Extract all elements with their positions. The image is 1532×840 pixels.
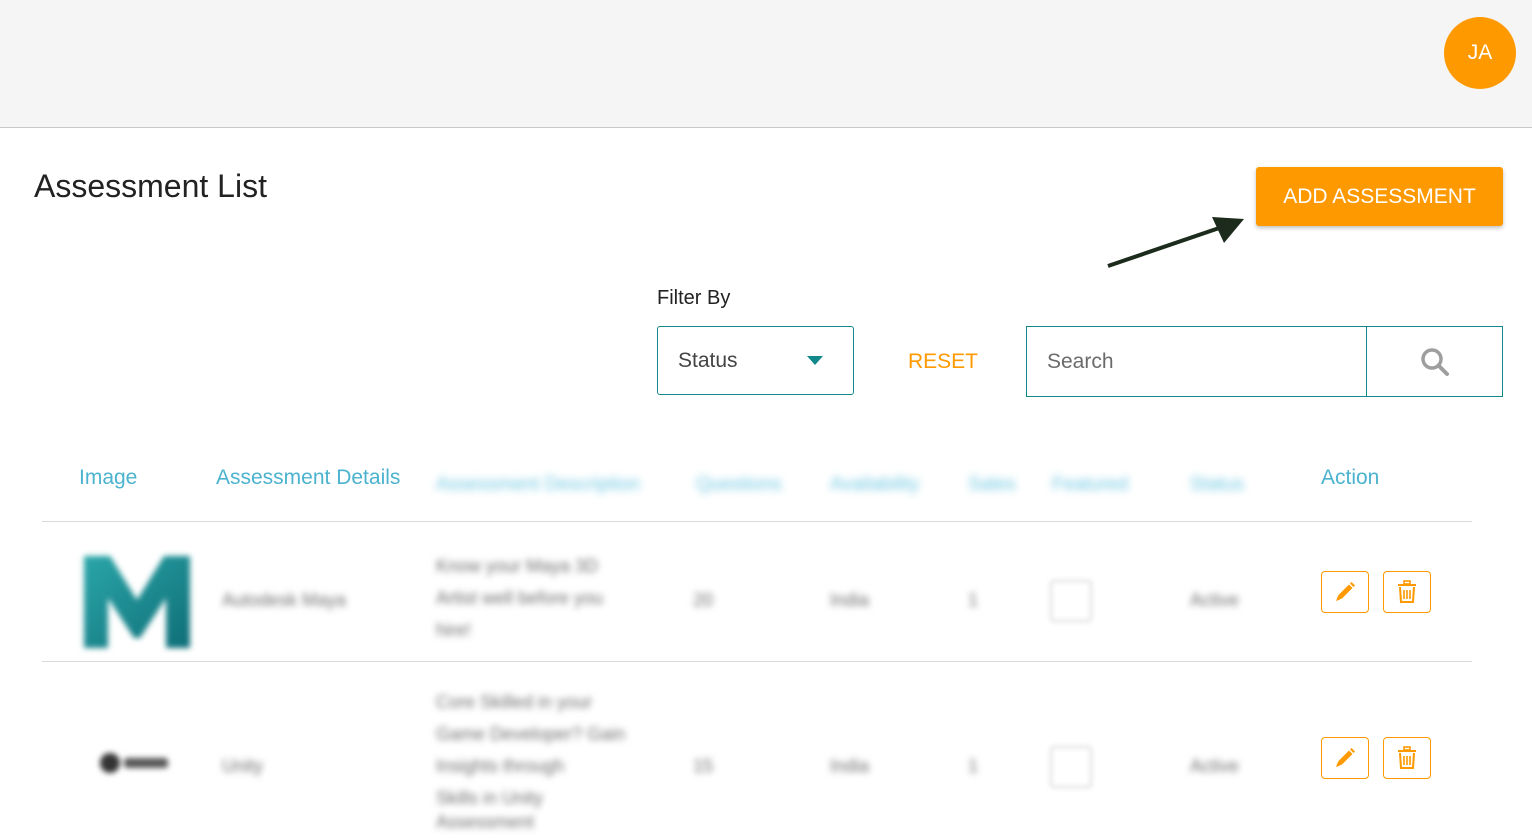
row-details: Autodesk Maya	[222, 590, 347, 610]
column-header-status: Status	[1190, 474, 1244, 495]
row-description-line: Assessment	[436, 812, 535, 832]
top-bar: JA	[0, 0, 1532, 128]
add-assessment-button[interactable]: ADD ASSESSMENT	[1256, 167, 1503, 226]
row-status: Active	[1190, 590, 1240, 610]
column-header-featured: Featured	[1052, 474, 1129, 495]
row-description-line: Artist well before you	[436, 588, 604, 608]
row-description-line: Game Developer? Gain	[436, 724, 626, 744]
delete-button[interactable]	[1383, 571, 1431, 613]
assessment-thumbnail-unity	[100, 753, 168, 773]
row-status: Active	[1190, 756, 1240, 776]
column-header-assessment-details: Assessment Details	[216, 466, 401, 489]
featured-checkbox[interactable]	[1050, 746, 1092, 788]
search-box	[1026, 326, 1503, 397]
column-header-availability: Availability	[830, 474, 920, 495]
search-icon	[1420, 347, 1449, 376]
assessment-thumbnail-maya	[84, 556, 190, 648]
table-header-divider	[42, 521, 1472, 522]
status-select-value: Status	[678, 348, 738, 372]
page-title: Assessment List	[34, 168, 267, 204]
table-row-divider	[42, 661, 1472, 662]
column-header-questions: Questions	[696, 474, 782, 495]
row-description-line: Insights through	[436, 756, 565, 776]
row-availability: India	[830, 756, 870, 776]
filter-by-label: Filter By	[657, 287, 731, 309]
row-description-line: hire!	[436, 620, 472, 640]
user-avatar[interactable]: JA	[1444, 17, 1516, 89]
search-button[interactable]	[1367, 327, 1502, 396]
edit-button[interactable]	[1321, 737, 1369, 779]
trash-icon	[1398, 746, 1416, 769]
row-sales: 1	[968, 590, 979, 610]
edit-button[interactable]	[1321, 571, 1369, 613]
trash-icon	[1398, 580, 1416, 603]
row-questions: 15	[693, 756, 714, 776]
search-input[interactable]	[1027, 327, 1367, 396]
column-header-action: Action	[1321, 466, 1380, 489]
row-description-line: Know your Maya 3D	[436, 556, 599, 576]
featured-checkbox[interactable]	[1050, 580, 1092, 622]
column-header-image: Image	[79, 466, 138, 489]
row-questions: 20	[693, 590, 714, 610]
annotation-arrow-icon	[1107, 217, 1244, 268]
status-filter-select[interactable]: Status	[657, 326, 854, 395]
column-header-assessment-description: Assessment Description	[436, 474, 640, 495]
delete-button[interactable]	[1383, 737, 1431, 779]
column-header-sales: Sales	[968, 474, 1016, 495]
row-availability: India	[830, 590, 870, 610]
reset-button[interactable]: RESET	[908, 350, 978, 374]
caret-down-icon	[807, 356, 823, 365]
row-description-line: Core Skilled in your	[436, 692, 593, 712]
pencil-icon	[1336, 582, 1355, 601]
pencil-icon	[1336, 748, 1355, 767]
row-sales: 1	[968, 756, 979, 776]
row-details: Unity	[222, 756, 264, 776]
